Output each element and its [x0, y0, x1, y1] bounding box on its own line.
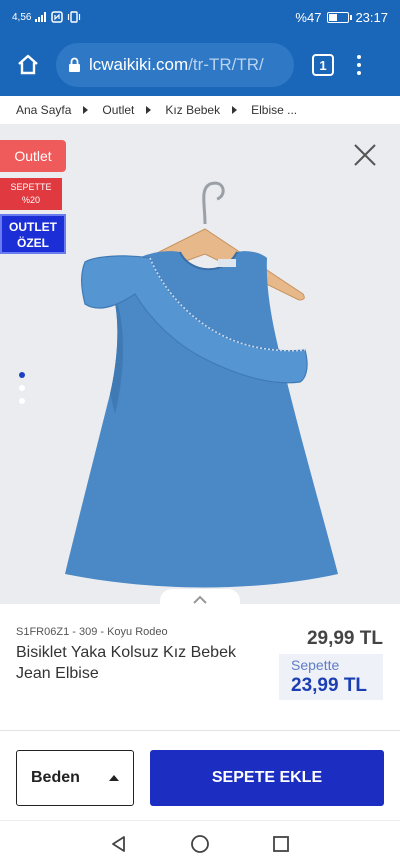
browser-toolbar: lcwaikiki.com/tr-TR/TR/ 1 [0, 34, 400, 96]
clock: 23:17 [355, 9, 388, 25]
size-select[interactable]: Beden [16, 750, 134, 806]
breadcrumb-home[interactable]: Ana Sayfa [16, 103, 71, 117]
sepette-badge-line2: %20 [21, 195, 40, 205]
product-gallery[interactable]: Outlet SEPETTE %20 OUTLET ÖZEL [0, 124, 400, 604]
browser-menu-button[interactable] [354, 55, 364, 75]
expand-details-button[interactable] [160, 589, 240, 604]
product-sku: S1FR06Z1 - 309 - Koyu Rodeo [16, 626, 168, 638]
close-icon [354, 144, 376, 166]
status-icons: 4,56 [12, 11, 81, 23]
home-icon [18, 54, 38, 75]
product-photo [65, 181, 338, 588]
home-circle-icon[interactable] [190, 834, 210, 854]
purchase-bar: Beden SEPETE EKLE [0, 730, 400, 820]
product-title: Bisiklet Yaka Kolsuz Kız Bebek Jean Elbi… [16, 644, 236, 682]
signal-icon [35, 12, 47, 22]
gallery-dot[interactable] [19, 385, 25, 391]
add-to-cart-button[interactable]: SEPETE EKLE [150, 750, 384, 806]
size-select-label: Beden [31, 769, 80, 786]
nfc-icon [51, 11, 64, 23]
product-price: 29,99 TL [306, 628, 383, 649]
close-button[interactable] [352, 142, 378, 168]
chevron-up-icon [193, 595, 207, 604]
basket-price-box: Sepette 23,99 TL [279, 654, 383, 700]
breadcrumb-separator-icon [146, 106, 152, 114]
lock-icon [69, 57, 80, 72]
gallery-dot[interactable] [19, 398, 25, 404]
network-speed: 4,56 [12, 11, 32, 23]
basket-price: 23,99 TL [291, 675, 368, 696]
caret-up-icon [109, 775, 119, 781]
home-button[interactable] [10, 47, 46, 83]
battery-icon [327, 11, 353, 23]
address-bar[interactable]: lcwaikiki.com/tr-TR/TR/ [56, 43, 294, 87]
battery-percent: %47 [295, 9, 322, 25]
breadcrumb-separator-icon [232, 106, 238, 114]
url-path: /tr-TR/TR/ [188, 55, 264, 74]
breadcrumb-separator-icon [83, 106, 89, 114]
gallery-dot[interactable] [19, 372, 25, 378]
gallery-pagination[interactable] [19, 372, 25, 404]
breadcrumb-elbise[interactable]: Elbise ... [251, 103, 297, 117]
breadcrumb: Ana Sayfa Outlet Kız Bebek Elbise ... [0, 96, 400, 124]
vibrate-icon [68, 11, 81, 23]
system-nav-bar [0, 820, 400, 866]
tab-switcher-button[interactable]: 1 [312, 54, 334, 76]
outlet-badge: Outlet [0, 140, 66, 172]
basket-price-label: Sepette [291, 657, 340, 673]
sepette-discount-badge: SEPETTE %20 [0, 178, 62, 210]
ozel-badge-line1: OUTLET [9, 220, 57, 234]
recents-icon[interactable] [272, 835, 290, 853]
ozel-badge-line2: ÖZEL [17, 236, 49, 250]
breadcrumb-kiz-bebek[interactable]: Kız Bebek [165, 103, 220, 117]
product-info: S1FR06Z1 - 309 - Koyu Rodeo Bisiklet Yak… [0, 604, 400, 730]
url-host: lcwaikiki.com [89, 55, 189, 74]
status-bar: 4,56 %47 23:17 [0, 0, 400, 34]
tab-count: 1 [319, 57, 327, 73]
outlet-ozel-badge: OUTLET ÖZEL [0, 214, 66, 254]
sepette-badge-line1: SEPETTE [10, 182, 52, 192]
breadcrumb-outlet[interactable]: Outlet [102, 103, 134, 117]
back-icon[interactable] [110, 835, 128, 853]
